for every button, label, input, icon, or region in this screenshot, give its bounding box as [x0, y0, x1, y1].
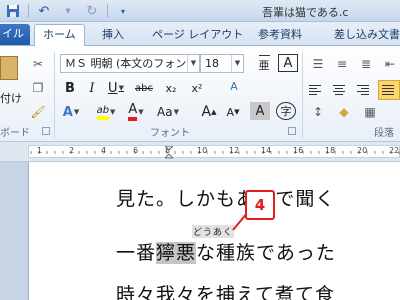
callout-pointer	[232, 211, 249, 231]
step-callout: 4	[245, 190, 275, 220]
